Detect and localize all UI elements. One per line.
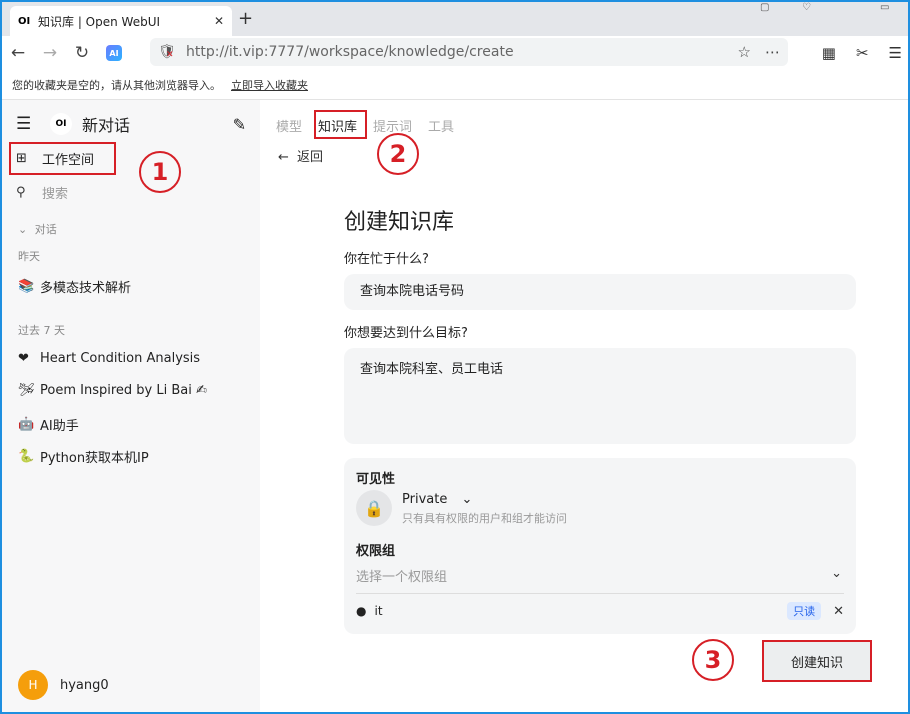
sidebar-item-workspace[interactable]: ⊞ 工作空间 (16, 149, 94, 168)
main-content: 模型 知识库 提示词 工具 ← 返回 创建知识库 你在忙于什么? 查询本院电话号… (260, 100, 908, 712)
knowledge-name-input[interactable]: 查询本院电话号码 (344, 274, 856, 310)
menu-icon[interactable]: ☰ (889, 44, 902, 62)
navigation-bar: ← → ↻ AI 🛡 ✕ http://it.vip:7777/workspace… (2, 36, 908, 70)
reload-icon[interactable]: ↻ (66, 43, 98, 63)
search-icon: ⚲ (16, 185, 26, 200)
tab-tools[interactable]: 工具 (428, 116, 454, 135)
tab-prompts[interactable]: 提示词 (373, 116, 412, 135)
books-icon: 📚 (18, 279, 35, 294)
chevron-down-icon: ⌄ (831, 566, 842, 581)
list-item[interactable]: 🐍 Python获取本机IP (18, 447, 149, 466)
back-arrow-icon[interactable]: ← (2, 43, 34, 63)
back-button[interactable]: ← 返回 (278, 146, 323, 165)
close-icon[interactable]: ✕ (214, 14, 224, 28)
create-knowledge-button[interactable]: 创建知识 (762, 640, 872, 682)
access-user-name: it (374, 604, 383, 618)
group-select[interactable]: 选择一个权限组 ⌄ (356, 566, 844, 594)
workspace-tabs: 模型 知识库 提示词 工具 (276, 116, 454, 135)
bookmark-notice: 您的收藏夹是空的，请从其他浏览器导入。 (12, 78, 221, 92)
robot-icon: 🤖 (18, 417, 35, 432)
new-chat-button[interactable]: OI 新对话 ✎ (42, 109, 254, 139)
annotation-marker-1: 1 (139, 151, 181, 193)
bookmark-bar: 您的收藏夹是空的，请从其他浏览器导入。 立即导入收藏夹 (2, 70, 908, 100)
sidebar-search[interactable]: ⚲ 搜索 (16, 183, 68, 202)
tab-title: 知识库 | Open WebUI (38, 14, 161, 29)
remove-user-icon[interactable]: ✕ (833, 604, 844, 619)
section-chats[interactable]: ⌄ 对话 (18, 221, 57, 237)
tab-models[interactable]: 模型 (276, 116, 302, 135)
section-last-7-days: 过去 7 天 (18, 324, 65, 337)
group-label: 权限组 (356, 544, 396, 559)
openwebui-logo-icon: OI (50, 113, 72, 135)
tab-knowledge[interactable]: 知识库 (318, 116, 357, 135)
permission-badge[interactable]: 只读 (787, 602, 822, 620)
insecure-shield-icon[interactable]: 🛡 ✕ (158, 44, 186, 60)
user-name: hyang0 (60, 677, 109, 693)
q2-label: 你想要达到什么目标? (344, 326, 468, 341)
snake-icon: 🐍 (18, 449, 35, 464)
address-bar[interactable]: 🛡 ✕ http://it.vip:7777/workspace/knowledg… (150, 38, 788, 66)
back-arrow-icon: ← (278, 150, 289, 165)
avatar: H (18, 670, 48, 700)
access-user-row: ● it 只读 ✕ (356, 602, 844, 620)
list-item[interactable]: ❤ Heart Condition Analysis (18, 351, 200, 366)
visibility-label: 可见性 (356, 472, 396, 487)
new-chat-label: 新对话 (82, 116, 131, 135)
ai-assistant-icon[interactable]: AI (106, 45, 122, 61)
list-item[interactable]: 🤖 AI助手 (18, 415, 79, 434)
scissors-icon[interactable]: ✂ (856, 44, 869, 62)
plus-icon[interactable]: + (238, 8, 253, 29)
sidebar: ☰ OI 新对话 ✎ ⊞ 工作空间 ⚲ 搜索 ⌄ 对话 昨天 📚 多模态技术解析… (2, 100, 260, 712)
access-panel: 可见性 🔒 Private ⌄ 只有具有权限的用户和组才能访问 权限组 选择一个… (344, 458, 856, 634)
airplane-icon: 🛩 (18, 383, 35, 398)
list-item[interactable]: 🛩 Poem Inspired by Li Bai ✍ (18, 383, 207, 398)
workspace-grid-icon: ⊞ (16, 151, 27, 166)
forward-arrow-icon[interactable]: → (34, 43, 66, 63)
url-text[interactable]: http://it.vip:7777/workspace/knowledge/c… (186, 44, 724, 60)
edit-icon[interactable]: ✎ (233, 115, 246, 134)
user-icon: ● (356, 604, 367, 618)
list-item[interactable]: 📚 多模态技术解析 (18, 277, 131, 296)
shirt-icon[interactable]: ♡ (802, 2, 811, 13)
section-yesterday: 昨天 (18, 250, 40, 263)
annotation-marker-2: 2 (377, 133, 419, 175)
visibility-description: 只有具有权限的用户和组才能访问 (402, 512, 567, 525)
chevron-down-icon: ⌄ (18, 223, 28, 236)
tab-bar: OI 知识库 | Open WebUI ✕ + ▢ ♡ ▭ (2, 2, 908, 36)
workspace-label: 工作空间 (42, 153, 95, 168)
apps-grid-icon[interactable]: ▦ (822, 44, 836, 62)
chevron-down-icon: ⌄ (461, 492, 473, 507)
lock-icon: 🔒 (356, 490, 392, 526)
knowledge-description-input[interactable]: 查询本院科室、员工电话 (344, 348, 856, 444)
browser-tab[interactable]: OI 知识库 | Open WebUI ✕ (10, 6, 232, 36)
window-icon[interactable]: ▢ (760, 2, 769, 13)
visibility-select[interactable]: Private ⌄ (402, 492, 472, 507)
sidebar-toggle-icon[interactable]: ☰ (16, 114, 31, 134)
more-icon[interactable]: ⋯ (765, 43, 780, 61)
heart-icon: ❤ (18, 351, 29, 366)
page-title: 创建知识库 (344, 210, 455, 235)
user-menu[interactable]: H hyang0 (18, 670, 109, 700)
import-bookmarks-link[interactable]: 立即导入收藏夹 (231, 77, 308, 93)
openwebui-logo-icon: OI (18, 15, 31, 27)
q1-label: 你在忙于什么? (344, 252, 429, 267)
maximize-icon[interactable]: ▭ (880, 2, 889, 13)
annotation-marker-3: 3 (692, 639, 734, 681)
search-label: 搜索 (42, 187, 69, 202)
star-icon[interactable]: ☆ (738, 43, 751, 61)
